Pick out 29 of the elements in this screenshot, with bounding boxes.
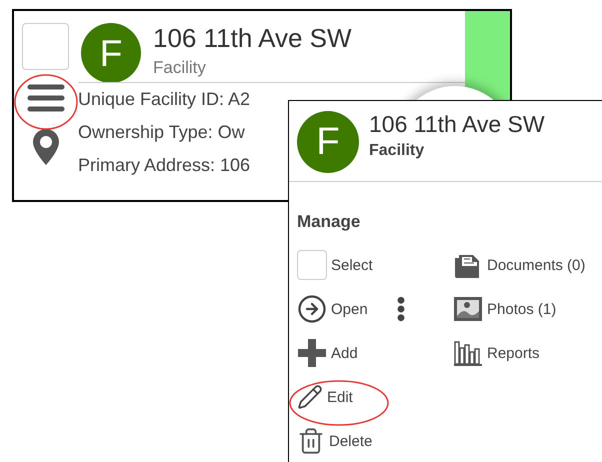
facility-type: Facility — [153, 58, 207, 78]
field-text: Primary Address: 106 — [78, 155, 250, 176]
photo-icon — [453, 296, 483, 322]
action-link[interactable]: Delete — [329, 432, 372, 450]
link[interactable]: Documents (0) — [487, 256, 586, 274]
section-title: Manage — [296, 211, 362, 232]
link[interactable]: Photos (1) — [487, 300, 556, 318]
link[interactable]: Reports — [487, 344, 540, 362]
facility-title: 106 11th Ave SW — [153, 23, 352, 54]
action-link[interactable]: Edit — [327, 388, 353, 406]
menu-icon[interactable] — [26, 83, 66, 113]
action-link[interactable]: Select — [331, 256, 373, 274]
plus-icon — [297, 338, 327, 368]
map-pin-icon[interactable] — [31, 127, 61, 167]
avatar: F — [297, 111, 359, 173]
trash-icon — [297, 427, 325, 455]
field-text: Ownership Type: Ow — [78, 122, 245, 143]
checkbox[interactable] — [297, 250, 327, 280]
action-link[interactable]: Open — [331, 300, 368, 318]
avatar: F — [81, 23, 141, 83]
arrow-circle-icon — [297, 294, 327, 324]
pencil-icon — [297, 384, 323, 410]
facility-type: Facility — [369, 142, 426, 160]
checkbox[interactable] — [22, 23, 69, 70]
facility-title: 106 11th Ave SW — [369, 111, 545, 138]
bar-chart-icon — [453, 340, 483, 366]
field-text: Unique Facility ID: A2 — [78, 89, 250, 110]
highlight-circle — [13, 72, 79, 132]
action-link[interactable]: Add — [331, 344, 358, 362]
